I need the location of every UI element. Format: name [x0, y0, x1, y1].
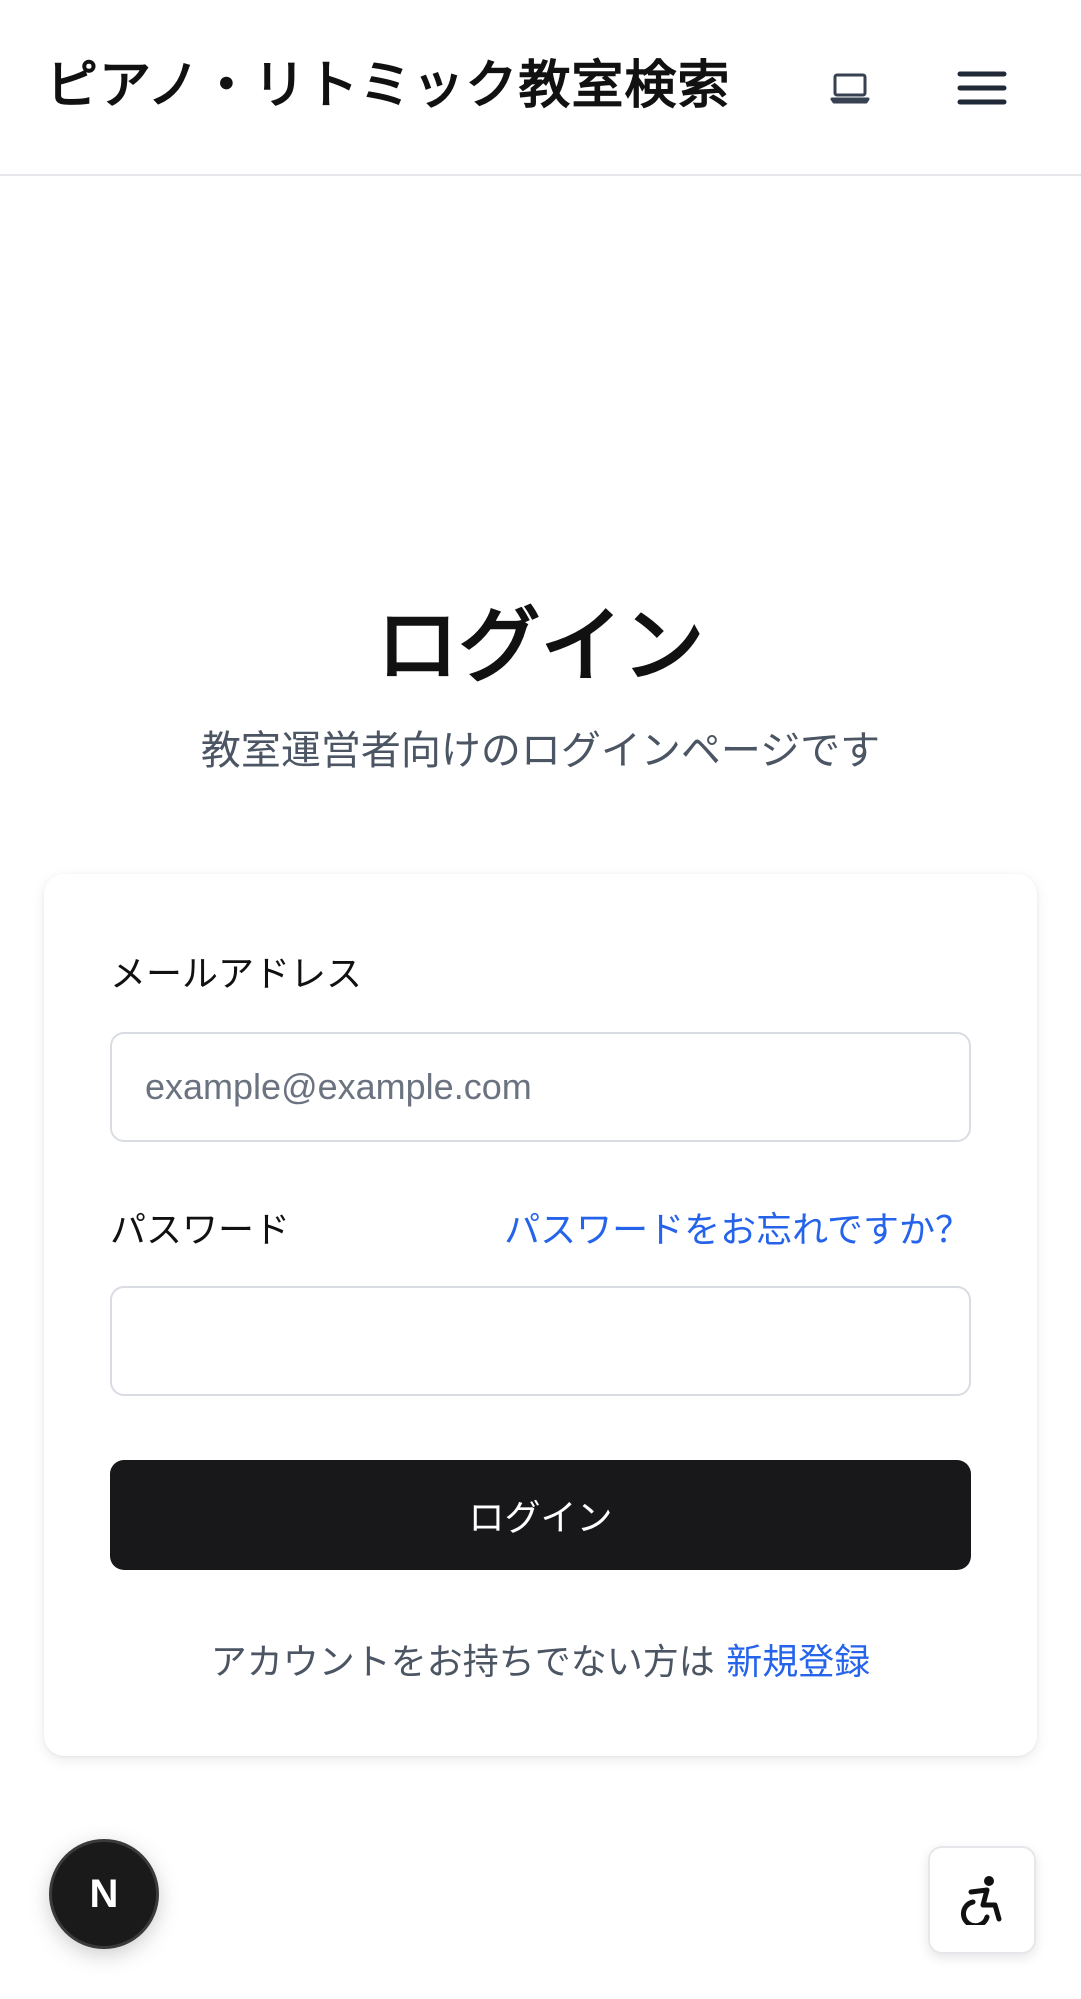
signup-row: アカウントをお持ちでない方は 新規登録 — [44, 1638, 1037, 1688]
laptop-icon[interactable] — [822, 64, 878, 112]
forgot-password-link[interactable]: パスワードをお忘れですか？ — [504, 1206, 971, 1256]
site-title[interactable]: ピアノ・リトミック教室検索 — [46, 52, 730, 120]
password-label: パスワード — [110, 1210, 291, 1251]
nextjs-logo-icon: N — [89, 1871, 119, 1916]
email-field[interactable] — [110, 1032, 971, 1142]
nextjs-badge[interactable]: N — [52, 1842, 156, 1946]
email-label: メールアドレス — [110, 954, 363, 995]
page-title: ログイン — [376, 599, 705, 694]
page-subtitle: 教室運営者向けのログインページです — [200, 728, 881, 774]
hamburger-menu-button[interactable] — [950, 58, 1014, 118]
accessibility-button[interactable] — [928, 1846, 1036, 1954]
hamburger-menu-icon — [957, 71, 1007, 105]
login-button[interactable]: ログイン — [110, 1460, 971, 1570]
accessibility-icon — [960, 1876, 1002, 1925]
site-header: ピアノ・リトミック教室検索 — [0, 0, 1081, 176]
laptop-icon-glyph — [830, 73, 870, 104]
password-field[interactable] — [110, 1286, 971, 1396]
signup-link[interactable]: 新規登録 — [726, 1642, 870, 1683]
login-card: メールアドレス パスワード パスワードをお忘れですか？ ログイン アカウントをお… — [44, 874, 1037, 1756]
signup-prompt: アカウントをお持ちでない方は — [210, 1642, 715, 1683]
